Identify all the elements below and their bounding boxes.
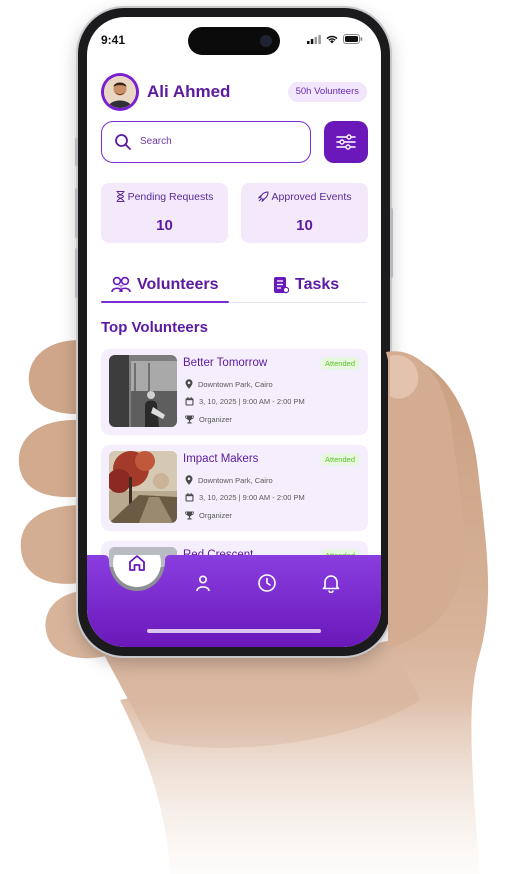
thumb-illustration: [386, 351, 464, 648]
